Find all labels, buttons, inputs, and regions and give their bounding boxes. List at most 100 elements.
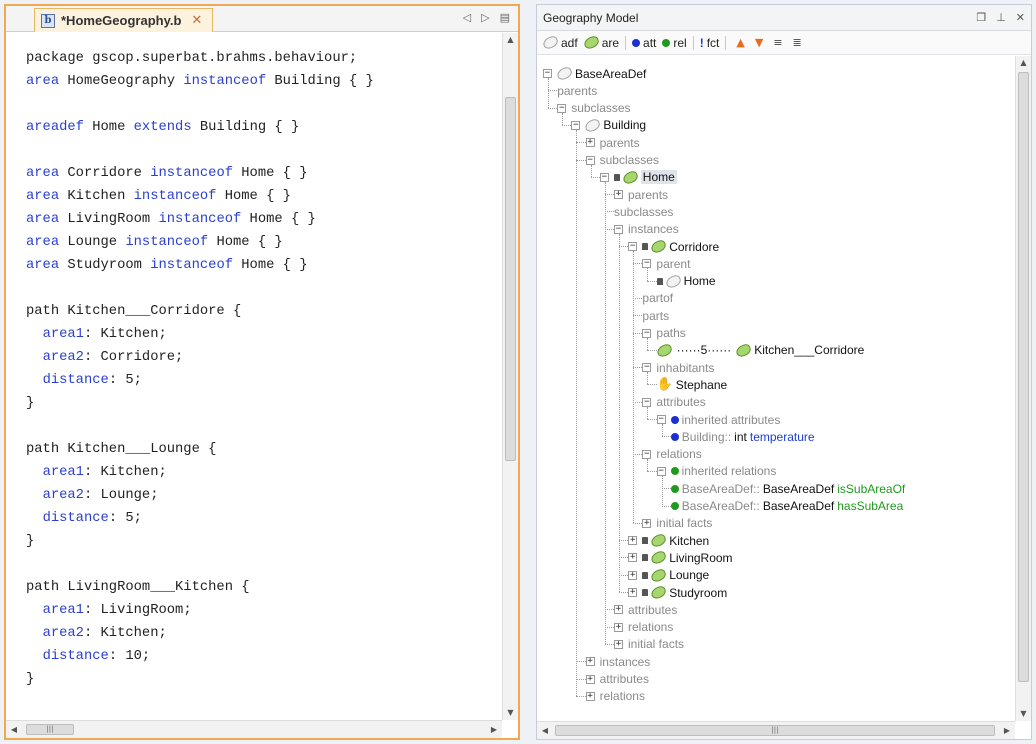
sort-up-icon[interactable]: ▲ <box>736 36 744 49</box>
toolbar-button-fct[interactable]: ! fct <box>700 36 720 50</box>
tree-node[interactable]: + initial facts <box>642 515 712 532</box>
tree-node[interactable]: + Kitchen <box>628 532 709 549</box>
collapse-node-icon[interactable]: − <box>543 69 552 78</box>
tree-node[interactable]: + attributes <box>614 601 677 618</box>
scroll-left-arrow-icon[interactable]: ◀ <box>6 721 22 738</box>
tree-node[interactable]: BaseAreaDef:: BaseAreaDef hasSubArea <box>670 498 903 515</box>
expand-all-icon[interactable]: ≡ <box>773 36 782 49</box>
tree-vertical-scroll-thumb[interactable] <box>1018 72 1029 682</box>
tree-horizontal-scroll-thumb[interactable]: ||| <box>555 725 995 736</box>
code-editor[interactable]: b *HomeGeography.b ✕ ◁ ▷ ▤ package gscop… <box>4 4 520 740</box>
toolbar-button-are[interactable]: are <box>582 34 619 51</box>
collapse-node-icon[interactable]: − <box>585 155 595 165</box>
tree-node[interactable]: Building:: int temperature <box>670 428 815 445</box>
toolbar-button-att[interactable]: att <box>632 36 656 50</box>
scroll-down-arrow-icon[interactable]: ▼ <box>503 706 518 720</box>
restore-icon[interactable]: ❐ <box>976 11 986 24</box>
tab-list-icon[interactable]: ▤ <box>500 11 510 24</box>
toolbar-button-rel[interactable]: rel <box>662 36 687 50</box>
collapse-node-icon[interactable]: − <box>571 120 581 130</box>
scroll-up-arrow-icon[interactable]: ▲ <box>503 33 518 47</box>
tree-node[interactable]: − Home <box>599 169 677 186</box>
tree-node[interactable]: parents <box>557 82 597 99</box>
editor-horizontal-scrollbar[interactable]: ◀ ||| ▶ <box>6 720 502 738</box>
tree-node[interactable]: − inherited attributes <box>656 411 780 428</box>
scroll-right-arrow-icon[interactable]: ▶ <box>486 721 502 738</box>
tree-node[interactable]: partof <box>642 290 673 307</box>
collapse-node-icon[interactable]: − <box>642 363 652 373</box>
tree-node[interactable]: Home <box>656 273 716 290</box>
tree-node[interactable]: − parent <box>642 255 690 272</box>
sort-down-icon[interactable]: ▼ <box>755 36 763 49</box>
expand-node-icon[interactable]: + <box>585 138 595 148</box>
tree-node[interactable]: + Studyroom <box>628 584 727 601</box>
expand-node-icon[interactable]: + <box>585 674 595 684</box>
tree-node[interactable]: − subclasses <box>585 152 659 169</box>
expand-node-icon[interactable]: + <box>628 553 638 563</box>
scroll-down-arrow-icon[interactable]: ▼ <box>1016 707 1031 721</box>
collapse-node-icon[interactable]: − <box>656 415 666 424</box>
editor-vertical-scrollbar[interactable]: ▲ ▼ <box>502 33 518 720</box>
expand-node-icon[interactable]: + <box>614 639 623 649</box>
collapse-node-icon[interactable]: − <box>614 224 623 234</box>
expand-node-icon[interactable]: + <box>585 691 595 701</box>
tree-node[interactable]: parts <box>642 307 669 324</box>
expand-node-icon[interactable]: + <box>642 518 652 528</box>
pin-icon[interactable]: ⊥ <box>996 11 1006 24</box>
code-area[interactable]: package gscop.superbat.brahms.behaviour;… <box>6 33 502 720</box>
tree-node[interactable]: ✋ Stephane <box>657 376 728 393</box>
collapse-node-icon[interactable]: − <box>642 449 652 459</box>
tree-node[interactable]: + parents <box>585 134 640 151</box>
tree-node[interactable]: + LivingRoom <box>628 549 733 566</box>
tree-node[interactable]: − relations <box>642 446 702 463</box>
toolbar-button-adf[interactable]: adf <box>541 34 578 51</box>
collapse-node-icon[interactable]: − <box>628 242 638 251</box>
scroll-up-arrow-icon[interactable]: ▲ <box>1016 56 1031 70</box>
collapse-node-icon[interactable]: − <box>642 328 652 338</box>
scroll-right-arrow-icon[interactable]: ▶ <box>999 722 1015 739</box>
collapse-node-icon[interactable]: − <box>656 466 666 476</box>
collapse-node-icon[interactable]: − <box>642 397 652 407</box>
tree-node[interactable]: − instances <box>614 221 679 238</box>
tree-node[interactable]: + parents <box>614 186 668 203</box>
tree-node[interactable]: + Lounge <box>628 567 709 584</box>
expand-node-icon[interactable]: + <box>585 657 595 667</box>
collapse-node-icon[interactable]: − <box>599 172 609 182</box>
geography-tree[interactable]: − BaseAreaDef parents − subclasses − Building +… <box>537 56 1015 721</box>
tree-node[interactable]: BaseAreaDef:: BaseAreaDef isSubAreaOf <box>670 480 905 497</box>
collapse-node-icon[interactable]: − <box>557 103 567 113</box>
expand-node-icon[interactable]: + <box>628 588 638 597</box>
tree-node[interactable]: − paths <box>642 325 686 342</box>
tree-node[interactable]: ······5······ Kitchen___Corridore <box>655 342 864 359</box>
chevron-right-icon[interactable]: ▷ <box>481 11 489 24</box>
tree-horizontal-scrollbar[interactable]: ◀ ||| ▶ <box>537 721 1015 739</box>
editor-vertical-scroll-thumb[interactable] <box>505 97 516 461</box>
close-tab-icon[interactable]: ✕ <box>191 13 202 28</box>
scroll-left-arrow-icon[interactable]: ◀ <box>537 722 553 739</box>
expand-node-icon[interactable]: + <box>628 570 638 580</box>
tree-node[interactable]: + initial facts <box>614 636 684 653</box>
tree-node[interactable]: subclasses <box>614 203 673 220</box>
editor-horizontal-scroll-thumb[interactable]: ||| <box>26 724 74 735</box>
close-icon[interactable]: ✕ <box>1016 11 1025 24</box>
expand-node-icon[interactable]: + <box>628 536 638 546</box>
collapse-node-icon[interactable]: − <box>642 259 652 269</box>
tree-node[interactable]: − attributes <box>642 394 706 411</box>
tree-node[interactable]: − BaseAreaDef <box>543 65 646 82</box>
tree-node[interactable]: + attributes <box>585 671 649 688</box>
tree-node[interactable]: − subclasses <box>557 100 631 117</box>
expand-node-icon[interactable]: + <box>614 190 623 200</box>
expand-node-icon[interactable]: + <box>614 605 623 615</box>
tree-node[interactable]: − inherited relations <box>656 463 776 480</box>
tree-node[interactable]: − Building <box>571 117 646 134</box>
collapse-all-icon[interactable]: ≣ <box>793 36 802 49</box>
chevron-left-icon[interactable]: ◁ <box>463 11 471 24</box>
tree-node[interactable]: − inhabitants <box>642 359 714 376</box>
tree-node[interactable]: + relations <box>614 619 673 636</box>
tree-node[interactable]: + relations <box>585 688 645 705</box>
tree-node[interactable]: + instances <box>585 653 650 670</box>
tree-vertical-scrollbar[interactable]: ▲ ▼ <box>1015 56 1031 721</box>
editor-tab[interactable]: b *HomeGeography.b ✕ <box>34 8 214 32</box>
expand-node-icon[interactable]: + <box>614 622 623 632</box>
tree-node[interactable]: − Corridore <box>628 238 719 255</box>
